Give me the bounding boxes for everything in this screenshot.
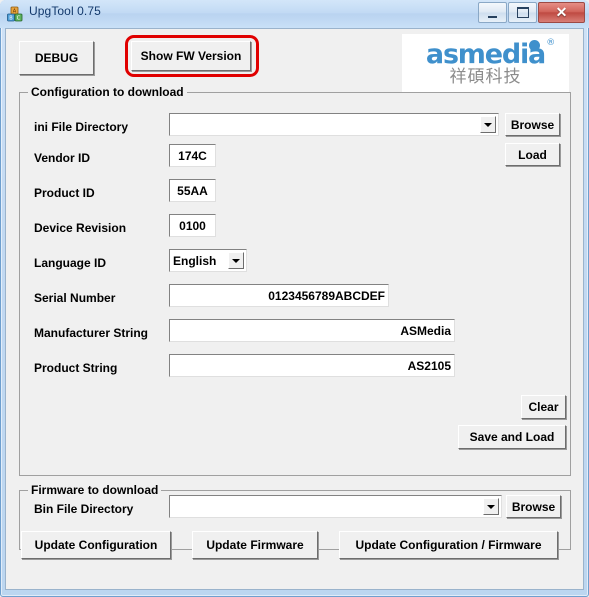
serial-number-label: Serial Number: [34, 291, 116, 305]
vendor-id-label: Vendor ID: [34, 151, 91, 165]
update-firmware-button[interactable]: Update Firmware: [192, 531, 318, 559]
language-id-label: Language ID: [34, 256, 107, 270]
product-string-input[interactable]: AS2105: [169, 354, 455, 377]
app-blocks-icon: A B C: [7, 6, 23, 22]
manufacturer-string-input[interactable]: ASMedia: [169, 319, 455, 342]
clear-button[interactable]: Clear: [521, 395, 566, 419]
bin-file-directory-label: Bin File Directory: [34, 502, 134, 516]
window-title: UpgTool 0.75: [29, 4, 101, 18]
bin-file-directory-combo[interactable]: [169, 495, 502, 518]
device-revision-label: Device Revision: [34, 221, 127, 235]
maximize-button[interactable]: [508, 2, 537, 23]
logo-registered-mark: ®: [546, 37, 555, 48]
configuration-group-title: Configuration to download: [28, 85, 187, 99]
vendor-id-input[interactable]: 174C: [169, 144, 216, 167]
serial-number-input[interactable]: 0123456789ABCDEF: [169, 284, 389, 307]
show-fw-version-button[interactable]: Show FW Version: [131, 41, 251, 71]
update-configuration-button[interactable]: Update Configuration: [21, 531, 171, 559]
client-area: DEBUG Show FW Version asmedia ® 祥碩科技 Con…: [5, 28, 584, 590]
language-id-combo[interactable]: English: [169, 249, 247, 272]
save-and-load-button[interactable]: Save and Load: [458, 425, 566, 449]
caption-buttons: ✕: [477, 2, 585, 23]
product-id-input[interactable]: 55AA: [169, 179, 216, 202]
logo-chinese-name: 祥碩科技: [449, 66, 522, 87]
minimize-button[interactable]: [478, 2, 507, 23]
title-bar[interactable]: A B C UpgTool 0.75 ✕: [0, 0, 589, 28]
ini-file-directory-combo[interactable]: [169, 113, 499, 136]
firmware-group-title: Firmware to download: [28, 483, 162, 497]
upgtool-window: A B C UpgTool 0.75 ✕ DEBUG Show FW Versi…: [0, 0, 589, 597]
ini-file-directory-label: ini File Directory: [34, 120, 129, 134]
chevron-down-icon: [487, 504, 495, 509]
language-id-value: English: [173, 253, 217, 268]
ini-file-directory-dropdown-button[interactable]: [480, 116, 496, 133]
load-button[interactable]: Load: [505, 143, 560, 166]
chevron-down-icon: [484, 122, 492, 127]
manufacturer-string-label: Manufacturer String: [34, 326, 149, 340]
asmedia-logo: asmedia ® 祥碩科技: [402, 34, 569, 92]
debug-button[interactable]: DEBUG: [19, 41, 94, 75]
product-string-label: Product String: [34, 361, 118, 375]
logo-dot-icon: [528, 39, 540, 51]
close-icon: ✕: [555, 4, 568, 20]
chevron-down-icon: [232, 258, 240, 263]
svg-text:B: B: [9, 16, 13, 22]
svg-text:C: C: [17, 16, 21, 22]
language-id-dropdown-button[interactable]: [228, 252, 244, 269]
close-button[interactable]: ✕: [538, 2, 585, 23]
ini-browse-button[interactable]: Browse: [505, 113, 560, 136]
minimize-icon: [479, 3, 506, 22]
bin-browse-button[interactable]: Browse: [506, 495, 561, 518]
maximize-icon: [509, 3, 536, 22]
bin-file-directory-dropdown-button[interactable]: [483, 498, 499, 515]
product-id-label: Product ID: [34, 186, 95, 200]
device-revision-input[interactable]: 0100: [169, 214, 216, 237]
logo-wordmark: asmedia: [425, 38, 546, 70]
update-configuration-firmware-button[interactable]: Update Configuration / Firmware: [339, 531, 558, 559]
